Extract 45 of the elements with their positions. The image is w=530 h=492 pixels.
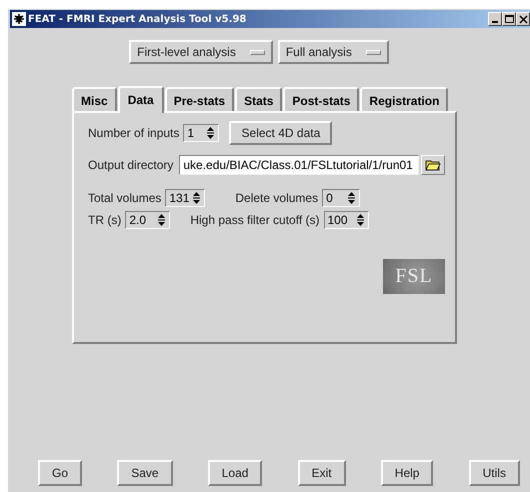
minimize-icon: [492, 21, 498, 23]
label: TR (s): [88, 213, 122, 227]
tab[interactable]: Stats: [235, 87, 282, 111]
button[interactable]: Help: [380, 460, 434, 486]
label: Number of inputs: [88, 126, 180, 140]
logo: FSL: [383, 259, 445, 294]
tab[interactable]: Data: [118, 86, 164, 113]
select-data-button[interactable]: Select 4D data: [229, 121, 332, 145]
app-icon: [12, 12, 26, 26]
spinbox[interactable]: 0: [322, 189, 360, 207]
dropdown-menu[interactable]: First-level analysis: [129, 40, 273, 64]
maximize-icon: [504, 14, 514, 24]
spin-arrows-icon[interactable]: [206, 126, 216, 140]
button[interactable]: Save: [117, 460, 173, 486]
browse-button[interactable]: [421, 155, 446, 175]
spinbox[interactable]: 2.0: [125, 211, 170, 229]
menu-indicator-icon: [250, 50, 265, 54]
label: High pass filter cutoff (s): [190, 213, 320, 227]
spinbox[interactable]: 131: [165, 189, 206, 207]
spin-arrows-icon[interactable]: [157, 213, 166, 227]
folder-icon: [425, 159, 442, 171]
label: Delete volumes: [235, 191, 318, 205]
tab[interactable]: Misc: [72, 87, 117, 111]
close-button[interactable]: [516, 12, 530, 26]
maximize-button[interactable]: [502, 12, 516, 26]
tab[interactable]: Post-stats: [283, 87, 360, 111]
tab[interactable]: Registration: [360, 87, 448, 111]
spinbox[interactable]: 1: [183, 124, 220, 142]
spin-arrows-icon[interactable]: [347, 191, 356, 205]
dropdown-menu[interactable]: Full analysis: [278, 40, 389, 64]
label: Output directory: [88, 158, 174, 172]
window-title: FEAT - FMRI Expert Analysis Tool v5.98: [28, 14, 248, 24]
spinbox[interactable]: 100: [324, 211, 368, 229]
minimize-button[interactable]: [488, 12, 502, 26]
button[interactable]: Exit: [298, 460, 346, 486]
button[interactable]: Load: [208, 460, 262, 486]
directory-field[interactable]: uke.edu/BIAC/Class.01/FSLtutorial/1/run01: [179, 155, 420, 175]
menu-indicator-icon: [366, 50, 381, 54]
close-icon: [518, 14, 528, 24]
spin-arrows-icon[interactable]: [192, 191, 202, 205]
button[interactable]: Utils: [468, 460, 520, 486]
button[interactable]: Go: [38, 460, 82, 486]
label: Total volumes: [88, 191, 162, 205]
spin-arrows-icon[interactable]: [356, 213, 364, 227]
tab[interactable]: Pre-stats: [164, 87, 234, 111]
